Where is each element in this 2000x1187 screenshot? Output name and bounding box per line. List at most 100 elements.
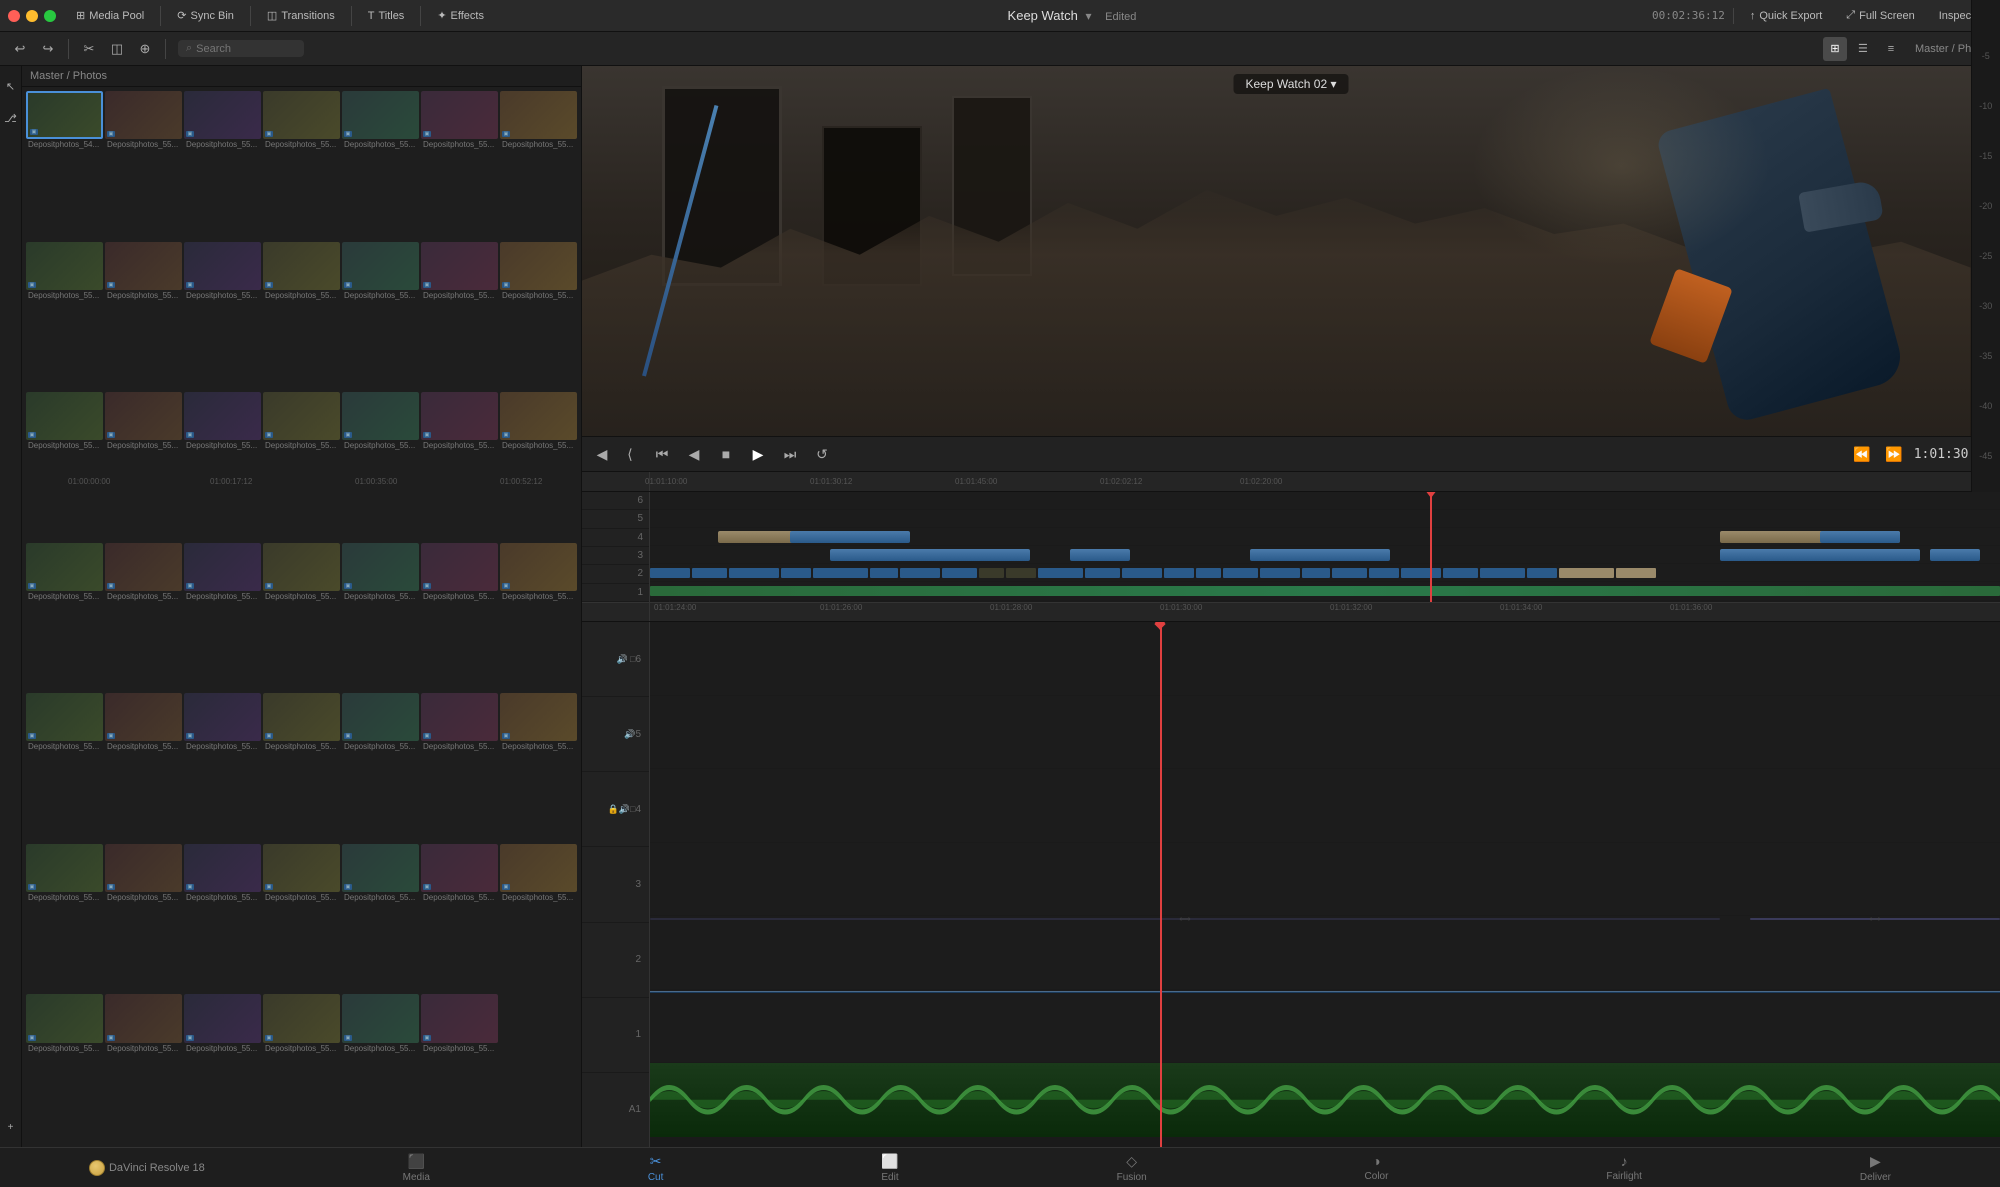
play-reverse-button[interactable]: ◀	[682, 442, 706, 466]
media-thumb-item[interactable]: ▣Depositphotos_55...	[105, 242, 182, 391]
stop-button[interactable]: ■	[714, 442, 738, 466]
media-thumb-item[interactable]: ▣Depositphotos_55...	[184, 242, 261, 391]
beige-clip[interactable]	[1616, 568, 1656, 578]
media-thumb-item[interactable]: ▣Depositphotos_55...	[26, 242, 103, 391]
clip-3-1[interactable]	[830, 549, 1030, 561]
small-clip[interactable]	[1527, 568, 1557, 578]
media-thumb-item[interactable]: ▣Depositphotos_55...	[263, 693, 340, 842]
redo-button[interactable]: ↪	[36, 37, 60, 61]
loop-button[interactable]: ↺	[810, 442, 834, 466]
media-thumb-item[interactable]: ▣Depositphotos_55...	[26, 543, 103, 692]
small-clip[interactable]	[900, 568, 940, 578]
small-clip[interactable]	[1302, 568, 1330, 578]
media-thumb-item[interactable]: ▣Depositphotos_55...	[342, 242, 419, 391]
film-strip[interactable]	[650, 991, 2000, 993]
clip-3-5[interactable]	[1930, 549, 1980, 561]
small-clip[interactable]	[1332, 568, 1367, 578]
undo-button[interactable]: ↩	[8, 37, 32, 61]
prev-frame-button[interactable]: ◀	[590, 442, 614, 466]
nav-cut[interactable]: ✂ Cut	[628, 1149, 684, 1187]
quick-export-button[interactable]: ↑ Quick Export	[1742, 7, 1830, 25]
media-thumb-item[interactable]: ▣Depositphotos_55...	[342, 844, 419, 993]
media-thumb-item[interactable]: ▣Depositphotos_55...	[263, 844, 340, 993]
media-thumb-item[interactable]: ▣Depositphotos_55...	[26, 693, 103, 842]
go-to-start-button[interactable]: ⏮	[650, 442, 674, 466]
detail-view-button[interactable]: ≡	[1879, 37, 1903, 61]
small-clip[interactable]	[692, 568, 727, 578]
media-thumb-item[interactable]: ▣Depositphotos_55...	[105, 693, 182, 842]
nav-color[interactable]: ◑ Color	[1345, 1149, 1409, 1186]
small-clip[interactable]	[1401, 568, 1441, 578]
zoom-tool[interactable]: ⊕	[133, 37, 157, 61]
media-thumb-item[interactable]: ▣Depositphotos_55...	[105, 91, 182, 240]
cut-tool[interactable]: ✂	[77, 37, 101, 61]
sync-bin-button[interactable]: ⟳ Sync Bin	[169, 6, 242, 25]
media-thumb-item[interactable]: ▣Depositphotos_55...	[500, 844, 577, 993]
nav-fairlight[interactable]: ♪ Fairlight	[1586, 1149, 1662, 1186]
clip-3-3[interactable]	[1250, 549, 1390, 561]
video-clip-2b[interactable]: ⟺	[1750, 918, 2000, 920]
media-thumb-item[interactable]: ▣Depositphotos_55...	[421, 392, 498, 541]
trim-tool[interactable]: ◫	[105, 37, 129, 61]
media-thumb-item[interactable]: ▣Depositphotos_55...	[105, 844, 182, 993]
jog-left-button[interactable]: ⟨	[618, 442, 642, 466]
nav-deliver[interactable]: ▶ Deliver	[1840, 1149, 1911, 1187]
small-clip[interactable]	[1223, 568, 1258, 578]
small-clip[interactable]	[1122, 568, 1162, 578]
media-thumb-item[interactable]: ▣Depositphotos_55...	[263, 543, 340, 692]
media-thumb-item[interactable]: ▣Depositphotos_55...	[421, 693, 498, 842]
nav-fusion[interactable]: ◇ Fusion	[1097, 1149, 1167, 1187]
small-clip[interactable]	[942, 568, 977, 578]
media-thumb-item[interactable]: ▣Depositphotos_55...	[421, 91, 498, 240]
media-thumb-item[interactable]: ▣Depositphotos_55...	[500, 242, 577, 391]
media-thumb-item[interactable]: ▣Depositphotos_55...	[105, 994, 182, 1143]
titles-button[interactable]: T Titles	[360, 7, 413, 25]
small-clip[interactable]	[1038, 568, 1083, 578]
media-thumb-item[interactable]: ▣Depositphotos_55...	[184, 844, 261, 993]
small-clip[interactable]	[1164, 568, 1194, 578]
media-thumb-item[interactable]: ▣Depositphotos_55...	[500, 91, 577, 240]
media-thumb-item[interactable]: ▣Depositphotos_55...	[500, 693, 577, 842]
transitions-button[interactable]: ◫ Transitions	[259, 6, 343, 25]
media-thumb-item[interactable]: ▣Depositphotos_55...	[184, 693, 261, 842]
small-clip[interactable]	[1196, 568, 1221, 578]
media-thumb-item[interactable]: ▣Depositphotos_55...	[342, 392, 419, 541]
media-thumb-item[interactable]: ▣Depositphotos_55...	[421, 543, 498, 692]
prev-clip-button[interactable]: ⏪	[1850, 442, 1874, 466]
small-clip[interactable]	[813, 568, 868, 578]
beige-clip[interactable]	[1559, 568, 1614, 578]
clip-3-2[interactable]	[1070, 549, 1130, 561]
small-clip[interactable]	[1369, 568, 1399, 578]
media-thumb-item[interactable]: ▣Depositphotos_55...	[184, 994, 261, 1143]
small-clip[interactable]	[1443, 568, 1478, 578]
media-pool-button[interactable]: ⊞ Media Pool	[68, 6, 152, 25]
small-clip[interactable]	[1260, 568, 1300, 578]
green-track[interactable]	[650, 586, 2000, 596]
media-thumb-item[interactable]: ▣Depositphotos_55...	[342, 994, 419, 1143]
small-clip[interactable]	[870, 568, 898, 578]
media-thumb-item[interactable]: ▣Depositphotos_55...	[263, 91, 340, 240]
full-screen-button[interactable]: ⤢ Full Screen	[1838, 6, 1922, 25]
video-clip-2[interactable]: ⟺	[650, 918, 1720, 920]
media-thumb-item[interactable]: ▣Depositphotos_55...	[184, 543, 261, 692]
next-clip-button[interactable]: ⏩	[1882, 442, 1906, 466]
play-button[interactable]: ▶	[746, 442, 770, 466]
close-button[interactable]	[8, 10, 20, 22]
selected-clip[interactable]	[979, 568, 1004, 578]
media-thumb-item[interactable]: ▣Depositphotos_55...	[26, 844, 103, 993]
add-to-timeline[interactable]: +	[0, 1115, 23, 1139]
clip-beige-1[interactable]	[718, 531, 798, 543]
media-thumb-item[interactable]: ▣Depositphotos_54...	[26, 91, 103, 240]
media-thumb-item[interactable]: ▣Depositphotos_55...	[421, 844, 498, 993]
media-thumb-item[interactable]: ▣Depositphotos_55...	[342, 91, 419, 240]
small-clip[interactable]	[1480, 568, 1525, 578]
media-thumb-item[interactable]: ▣Depositphotos_55...	[105, 543, 182, 692]
nav-edit[interactable]: ⬜ Edit	[861, 1149, 918, 1187]
select-tool[interactable]: ↖	[0, 74, 23, 98]
media-thumb-item[interactable]: ▣Depositphotos_55...	[500, 543, 577, 692]
selected-clip[interactable]	[1006, 568, 1036, 578]
small-clip[interactable]	[781, 568, 811, 578]
minimize-button[interactable]	[26, 10, 38, 22]
media-thumb-item[interactable]: ▣Depositphotos_55...	[342, 543, 419, 692]
fullscreen-button[interactable]	[44, 10, 56, 22]
